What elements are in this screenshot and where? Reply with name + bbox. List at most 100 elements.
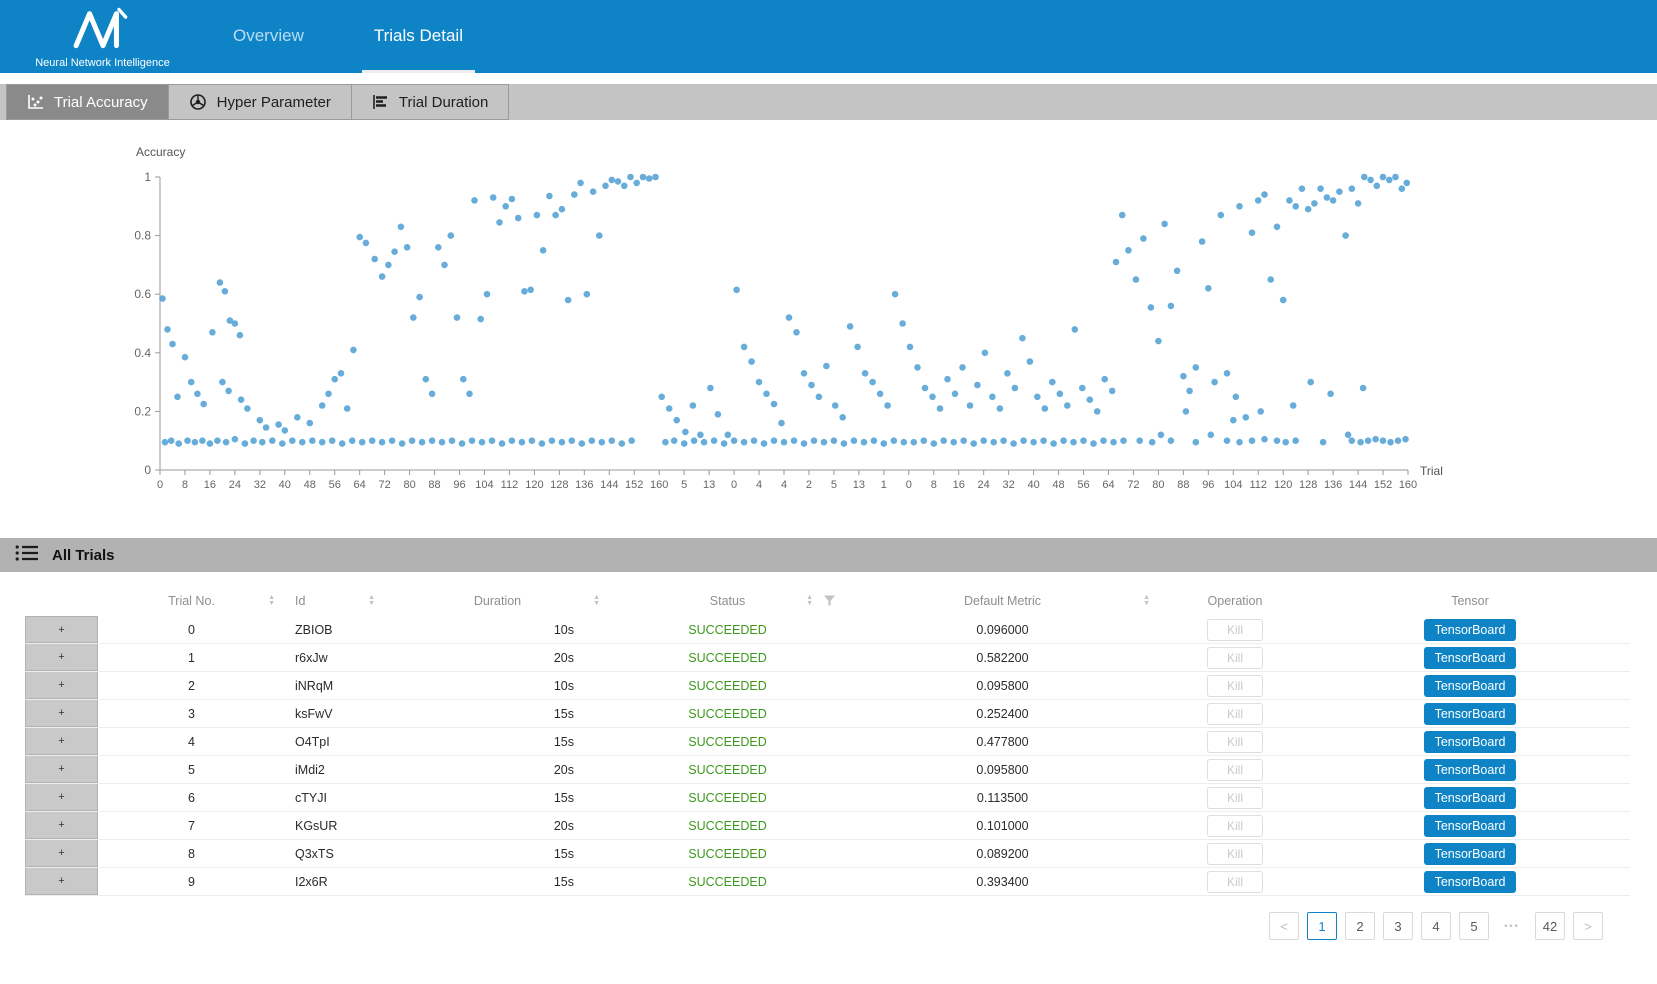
scatter-point[interactable] — [733, 287, 740, 294]
scatter-point[interactable] — [989, 394, 996, 401]
scatter-point[interactable] — [1360, 385, 1367, 392]
scatter-point[interactable] — [1292, 203, 1299, 210]
scatter-point[interactable] — [832, 402, 839, 409]
tensorboard-button[interactable]: TensorBoard — [1424, 619, 1516, 641]
column-header-default-metric[interactable]: Default Metric▲▼ — [845, 586, 1160, 616]
scatter-point[interactable] — [1357, 439, 1364, 446]
scatter-point[interactable] — [1148, 304, 1155, 311]
scatter-point[interactable] — [289, 437, 296, 444]
scatter-point[interactable] — [275, 421, 282, 428]
scatter-point[interactable] — [1336, 188, 1343, 195]
scatter-point[interactable] — [725, 432, 732, 439]
scatter-point[interactable] — [1049, 379, 1056, 386]
scatter-point[interactable] — [967, 402, 974, 409]
scatter-point[interactable] — [1224, 437, 1231, 444]
scatter-point[interactable] — [385, 262, 392, 269]
scatter-point[interactable] — [389, 437, 396, 444]
scatter-point[interactable] — [391, 248, 398, 255]
scatter-point[interactable] — [1090, 440, 1097, 447]
scatter-point[interactable] — [1257, 408, 1264, 415]
scatter-point[interactable] — [419, 439, 426, 446]
column-header-duration[interactable]: Duration▲▼ — [385, 586, 610, 616]
scatter-point[interactable] — [869, 379, 876, 386]
scatter-point[interactable] — [1387, 439, 1394, 446]
scatter-point[interactable] — [821, 439, 828, 446]
scatter-point[interactable] — [929, 394, 936, 401]
scatter-point[interactable] — [259, 439, 266, 446]
scatter-point[interactable] — [609, 177, 616, 184]
scatter-point[interactable] — [459, 440, 466, 447]
scatter-point[interactable] — [1218, 212, 1225, 219]
scatter-point[interactable] — [884, 402, 891, 409]
scatter-point[interactable] — [589, 437, 596, 444]
scatter-point[interactable] — [861, 439, 868, 446]
scatter-point[interactable] — [841, 440, 848, 447]
scatter-point[interactable] — [823, 363, 830, 370]
scatter-point[interactable] — [816, 394, 823, 401]
scatter-point[interactable] — [1392, 174, 1399, 181]
scatter-point[interactable] — [1168, 303, 1175, 310]
scatter-point[interactable] — [449, 437, 456, 444]
scatter-point[interactable] — [429, 437, 436, 444]
scatter-point[interactable] — [1000, 437, 1007, 444]
scatter-point[interactable] — [184, 437, 191, 444]
scatter-point[interactable] — [1101, 376, 1108, 383]
scatter-point[interactable] — [944, 376, 951, 383]
scatter-point[interactable] — [441, 262, 448, 269]
kill-button[interactable]: Kill — [1207, 759, 1263, 781]
scatter-point[interactable] — [1290, 402, 1297, 409]
nav-tab-overview[interactable]: Overview — [221, 0, 316, 73]
scatter-point[interactable] — [907, 344, 914, 351]
id-sort-button[interactable]: ▲▼ — [368, 595, 375, 607]
scatter-point[interactable] — [1349, 185, 1356, 192]
scatter-point[interactable] — [701, 439, 708, 446]
scatter-point[interactable] — [1010, 440, 1017, 447]
scatter-point[interactable] — [257, 417, 264, 424]
scatter-point[interactable] — [1079, 385, 1086, 392]
scatter-point[interactable] — [379, 439, 386, 446]
scatter-point[interactable] — [329, 437, 336, 444]
scatter-point[interactable] — [1320, 439, 1327, 446]
kill-button[interactable]: Kill — [1207, 815, 1263, 837]
scatter-point[interactable] — [931, 440, 938, 447]
scatter-point[interactable] — [786, 314, 793, 321]
scatter-point[interactable] — [662, 439, 669, 446]
scatter-point[interactable] — [748, 358, 755, 365]
scatter-point[interactable] — [279, 440, 286, 447]
scatter-point[interactable] — [756, 379, 763, 386]
scatter-point[interactable] — [974, 382, 981, 389]
pagination-next-button[interactable]: > — [1573, 912, 1603, 940]
scatter-point[interactable] — [242, 440, 249, 447]
expand-row-button[interactable]: + — [25, 672, 98, 699]
scatter-point[interactable] — [496, 219, 503, 226]
scatter-point[interactable] — [331, 376, 338, 383]
duration-sort-button[interactable]: ▲▼ — [593, 595, 600, 607]
tensorboard-button[interactable]: TensorBoard — [1424, 647, 1516, 669]
scatter-point[interactable] — [1243, 414, 1250, 421]
scatter-point[interactable] — [1080, 437, 1087, 444]
scatter-point[interactable] — [599, 439, 606, 446]
scatter-point[interactable] — [1155, 338, 1162, 345]
scatter-point[interactable] — [559, 439, 566, 446]
scatter-point[interactable] — [1249, 229, 1256, 236]
scatter-point[interactable] — [793, 329, 800, 336]
scatter-point[interactable] — [1186, 388, 1193, 395]
scatter-point[interactable] — [1236, 439, 1243, 446]
scatter-point[interactable] — [519, 439, 526, 446]
scatter-point[interactable] — [571, 191, 578, 198]
scatter-point[interactable] — [232, 320, 239, 327]
scatter-point[interactable] — [1100, 437, 1107, 444]
scatter-point[interactable] — [901, 439, 908, 446]
scatter-point[interactable] — [549, 437, 556, 444]
scatter-point[interactable] — [1042, 405, 1049, 412]
scatter-point[interactable] — [1399, 185, 1406, 192]
scatter-point[interactable] — [1019, 335, 1026, 342]
scatter-point[interactable] — [877, 391, 884, 398]
scatter-point[interactable] — [1120, 437, 1127, 444]
scatter-point[interactable] — [299, 439, 306, 446]
scatter-point[interactable] — [569, 437, 576, 444]
scatter-point[interactable] — [801, 370, 808, 377]
expand-row-button[interactable]: + — [25, 868, 98, 895]
kill-button[interactable]: Kill — [1207, 843, 1263, 865]
scatter-point[interactable] — [922, 385, 929, 392]
